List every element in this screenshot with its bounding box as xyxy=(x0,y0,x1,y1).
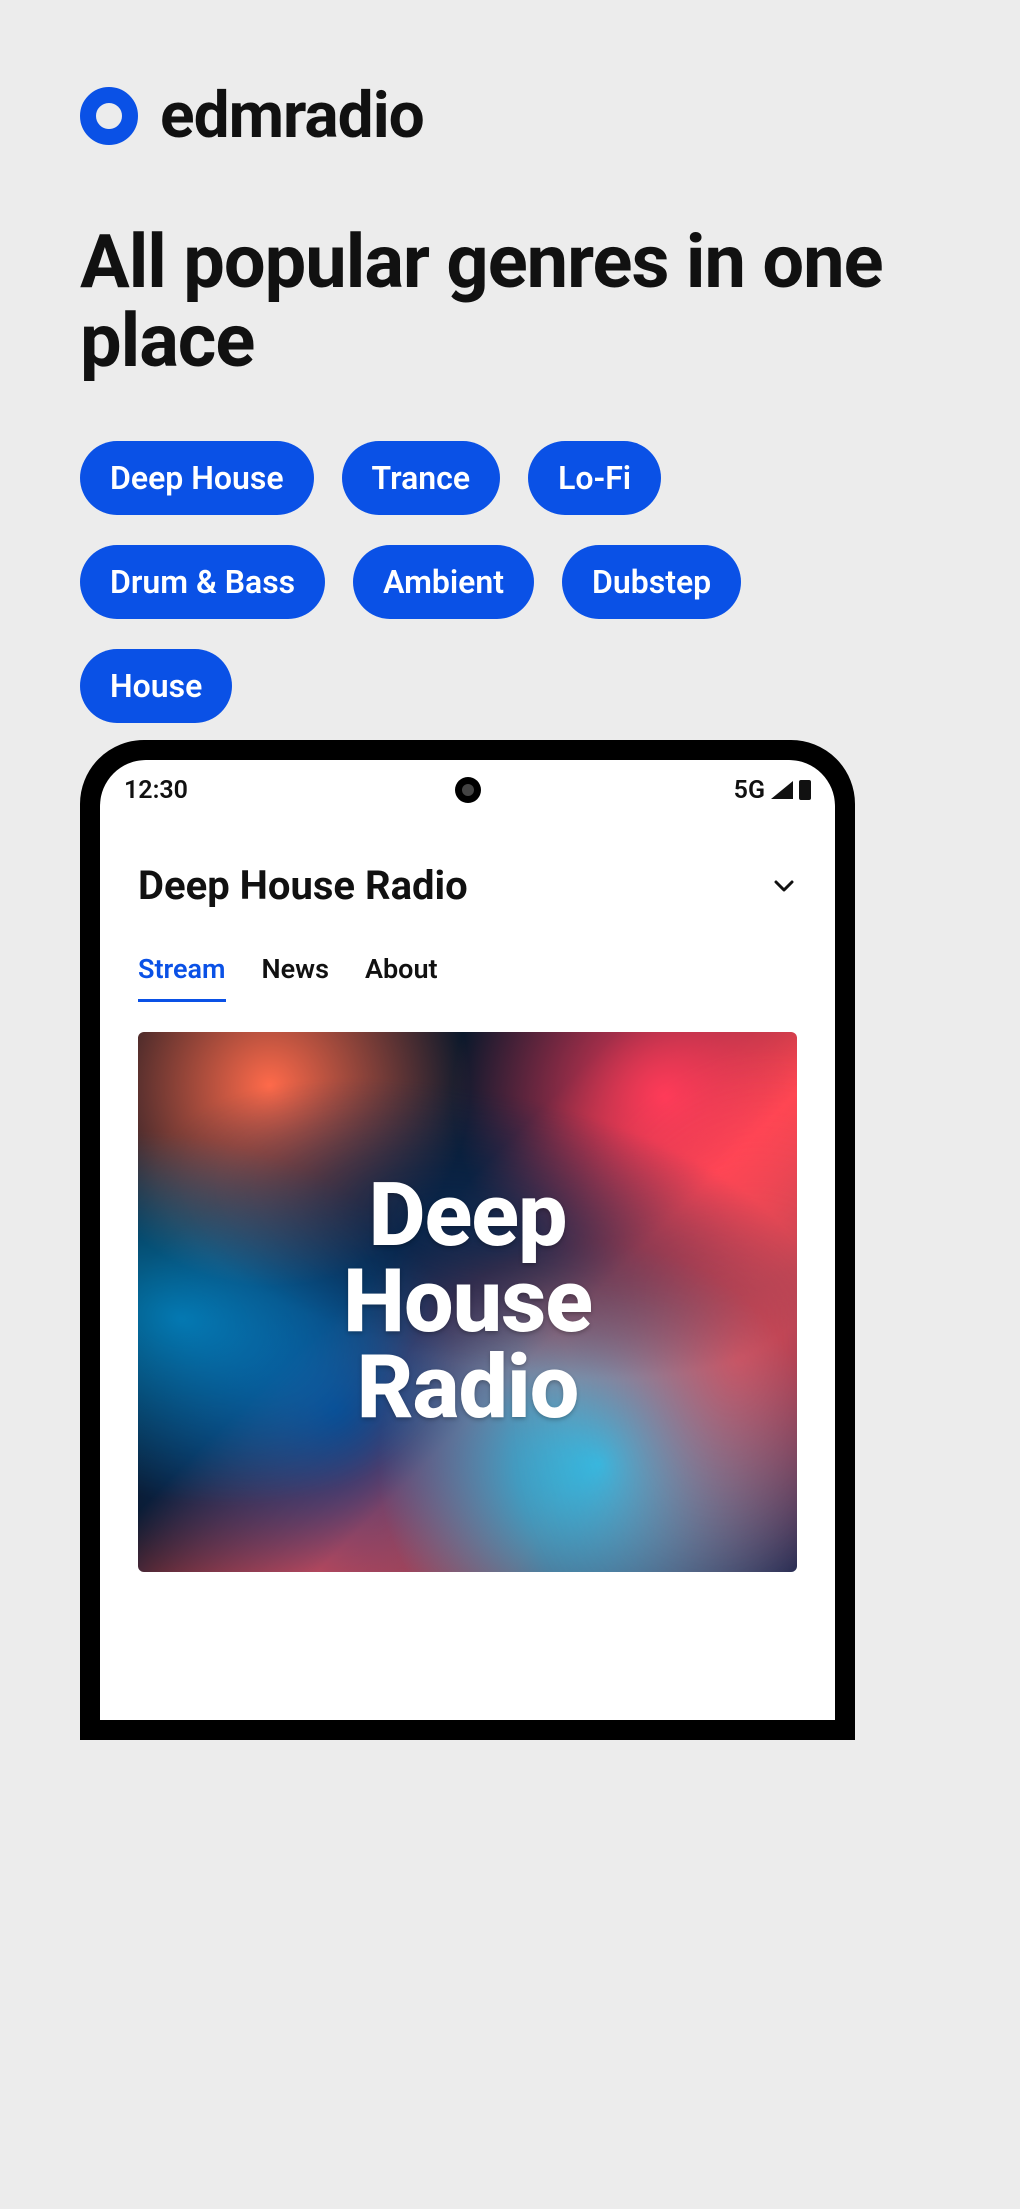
station-title: Deep House Radio xyxy=(138,862,468,909)
battery-icon xyxy=(799,780,811,800)
brand-logo: edmradio xyxy=(80,78,940,153)
phone-side-button-icon xyxy=(837,1260,845,1460)
station-cover-art[interactable]: Deep House Radio xyxy=(138,1032,797,1572)
tab-bar: Stream News About xyxy=(100,909,835,1002)
genre-chip[interactable]: Lo-Fi xyxy=(528,441,661,515)
status-bar: 12:30 5G xyxy=(100,760,835,820)
genre-chip[interactable]: Trance xyxy=(342,441,501,515)
genre-chip[interactable]: Deep House xyxy=(80,441,314,515)
chevron-down-icon[interactable] xyxy=(771,873,797,899)
genre-chip[interactable]: Ambient xyxy=(353,545,534,619)
genre-chip[interactable]: Dubstep xyxy=(562,545,741,619)
signal-icon xyxy=(771,781,793,799)
genre-chip[interactable]: House xyxy=(80,649,232,723)
cover-line: House xyxy=(343,1259,592,1345)
genre-chip-list: Deep House Trance Lo-Fi Drum & Bass Ambi… xyxy=(80,441,800,723)
status-time: 12:30 xyxy=(124,776,188,805)
front-camera-icon xyxy=(455,777,481,803)
status-network: 5G xyxy=(734,776,765,805)
brand-name: edmradio xyxy=(160,78,424,153)
phone-side-button-icon xyxy=(837,1000,845,1120)
tab-about[interactable]: About xyxy=(365,953,438,1002)
phone-mockup: 12:30 5G Deep House Radio Stream xyxy=(80,740,855,1740)
tab-stream[interactable]: Stream xyxy=(138,953,226,1002)
cover-line: Radio xyxy=(357,1345,579,1431)
genre-chip[interactable]: Drum & Bass xyxy=(80,545,325,619)
cover-title: Deep House Radio xyxy=(138,1032,797,1572)
cover-line: Deep xyxy=(368,1173,566,1259)
logo-ring-icon xyxy=(80,87,138,145)
page-headline: All popular genres in one place xyxy=(80,223,940,381)
tab-news[interactable]: News xyxy=(262,953,329,1002)
